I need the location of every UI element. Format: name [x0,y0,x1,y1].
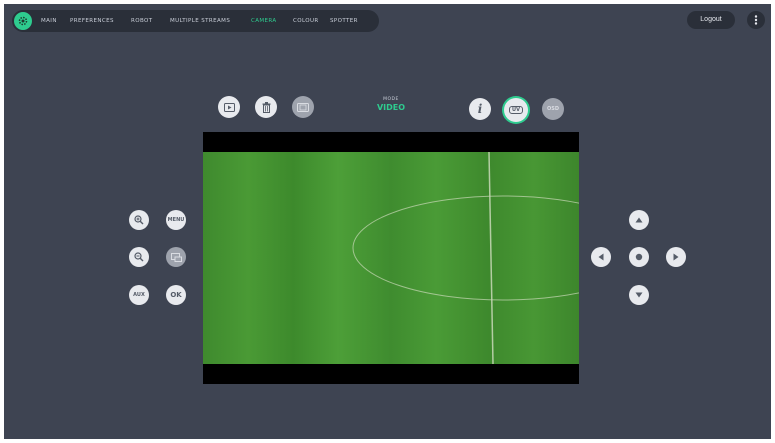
menu-button[interactable]: MENU [166,210,186,230]
dpad-center-button[interactable] [629,247,649,267]
dpad-down-button[interactable] [629,285,649,305]
uv-icon: UV [509,106,523,114]
nav-item-colour[interactable]: COLOUR [293,10,319,32]
pip-button[interactable] [166,247,186,267]
logout-button[interactable]: Logout [687,11,735,29]
nav-item-spotter[interactable]: SPOTTER [330,10,358,32]
nav-item-preferences[interactable]: PREFERENCES [70,10,114,32]
aux-button[interactable]: AUX [129,285,149,305]
uv-button[interactable]: UV [504,98,528,122]
dpad-left-button[interactable] [591,247,611,267]
video-feed[interactable] [203,132,579,384]
trash-icon [262,101,270,113]
app-window: MAIN PREFERENCES ROBOT MULTIPLE STREAMS … [4,4,771,439]
nav-item-main[interactable]: MAIN [41,10,57,32]
play-icon [223,102,235,112]
pip-icon [170,252,182,262]
osd-button[interactable]: OSD [542,98,564,120]
more-menu-icon[interactable] [747,11,765,29]
arrow-down-icon [635,292,643,298]
aux-label: AUX [133,292,145,298]
arrow-up-icon [635,217,643,223]
zoom-in-button[interactable] [129,210,149,230]
info-button[interactable]: i [469,98,491,120]
pitch-image [203,152,579,364]
osd-label: OSD [546,106,559,112]
arrow-right-icon [673,253,679,261]
dpad-right-button[interactable] [666,247,686,267]
nav-item-camera[interactable]: CAMERA [251,10,277,32]
menu-label: MENU [167,217,185,223]
mode-value: VIDEO [376,103,406,112]
film-button[interactable] [292,96,314,118]
mode-indicator: MODE VIDEO [371,97,411,112]
zoom-in-icon [134,215,144,225]
top-nav: MAIN PREFERENCES ROBOT MULTIPLE STREAMS … [12,10,379,32]
mode-label: MODE [383,97,399,102]
info-icon: i [477,102,483,116]
nav-item-robot[interactable]: ROBOT [131,10,153,32]
ok-button[interactable]: OK [166,285,186,305]
delete-button[interactable] [255,96,277,118]
nav-item-multiple-streams[interactable]: MULTIPLE STREAMS [170,10,230,32]
ok-label: OK [170,291,182,299]
zoom-out-button[interactable] [129,247,149,267]
zoom-out-icon [134,252,144,262]
center-dot-icon [635,253,643,261]
film-icon [297,102,309,112]
dpad-up-button[interactable] [629,210,649,230]
play-button[interactable] [218,96,240,118]
arrow-left-icon [598,253,604,261]
settings-gear-icon[interactable] [14,12,32,30]
pitch-lines [352,152,579,364]
